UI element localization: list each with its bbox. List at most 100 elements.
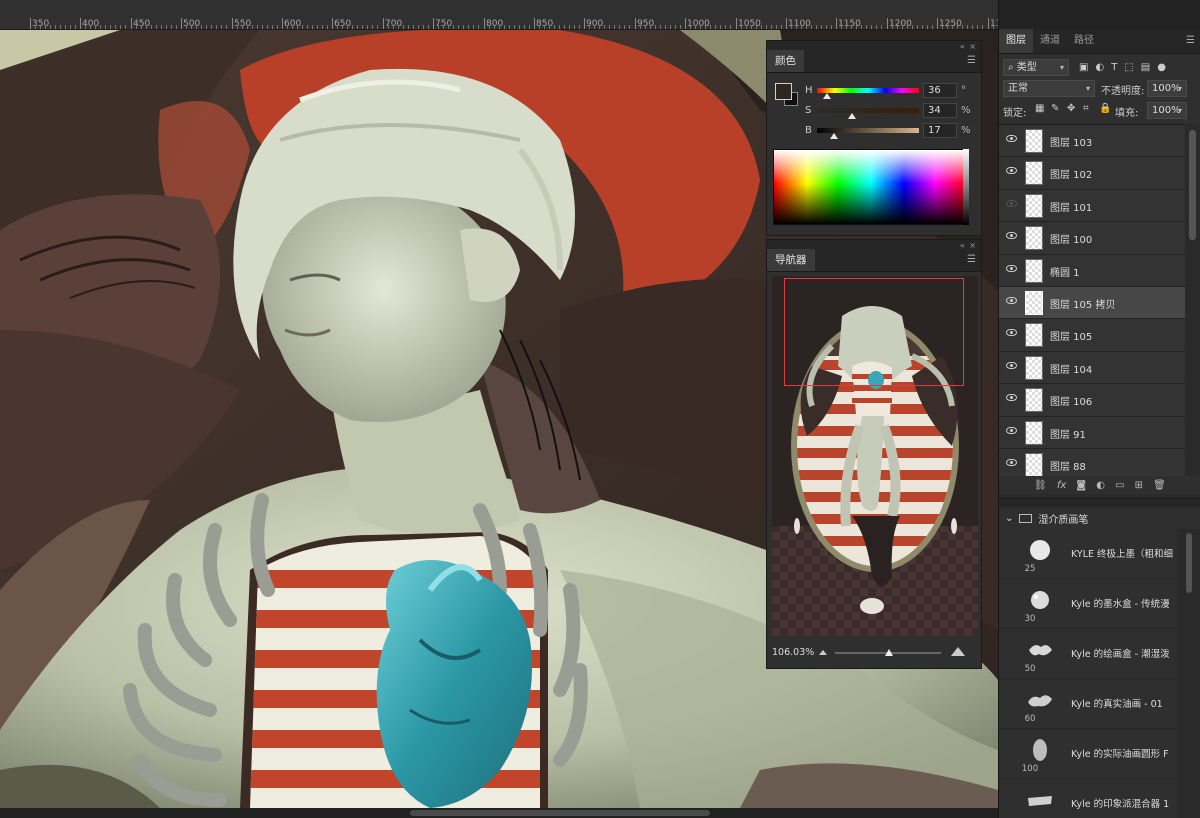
layer-thumbnail[interactable] bbox=[1025, 420, 1043, 445]
layer-name[interactable]: 图层 103 bbox=[1050, 134, 1092, 149]
canvas-horizontal-scrollbar[interactable] bbox=[0, 808, 998, 818]
brush-list[interactable]: 25 KYLE 终极上墨（粗和细 30 Kyle 的墨水盒 - 传统漫 50 Kyle 的… bbox=[999, 529, 1177, 818]
eye-icon[interactable] bbox=[1006, 264, 1017, 272]
eye-icon[interactable] bbox=[1006, 426, 1017, 434]
scrollbar-thumb[interactable] bbox=[1189, 130, 1196, 240]
panel-menu-icon[interactable]: ☰ bbox=[1186, 35, 1195, 46]
saturation-value-input[interactable]: 34 bbox=[923, 103, 957, 118]
layer-thumbnail[interactable] bbox=[1025, 258, 1043, 283]
color-panel[interactable]: « × 颜色 ☰ H 36 ° S 34 % B 17 % bbox=[766, 40, 982, 236]
layer-name[interactable]: 图层 91 bbox=[1050, 426, 1086, 441]
opacity-input[interactable]: 100% ▾ bbox=[1147, 80, 1187, 97]
color-spectrum[interactable] bbox=[773, 149, 969, 225]
link-icon[interactable]: ⛓ bbox=[1034, 480, 1047, 491]
layer-thumbnail[interactable] bbox=[1025, 355, 1043, 380]
close-icon[interactable]: × bbox=[966, 42, 977, 51]
layer-thumbnail[interactable] bbox=[1025, 323, 1043, 348]
chevron-down-icon[interactable]: ⌄ bbox=[1005, 513, 1013, 524]
shape-filter-icon[interactable]: ⬚ bbox=[1124, 62, 1133, 73]
pixel-filter-icon[interactable]: ▣ bbox=[1079, 62, 1088, 73]
brush-list-scrollbar[interactable] bbox=[1177, 529, 1200, 818]
layer-row[interactable]: 图层 105 bbox=[999, 319, 1185, 352]
panel-menu-icon[interactable]: ☰ bbox=[967, 254, 976, 265]
saturation-row[interactable]: S 34 % bbox=[805, 103, 983, 121]
layer-name[interactable]: 椭圆 1 bbox=[1050, 264, 1080, 279]
mask-icon[interactable]: ◙ bbox=[1076, 480, 1086, 491]
layer-thumbnail[interactable] bbox=[1025, 129, 1043, 153]
layer-name[interactable]: 图层 100 bbox=[1050, 231, 1092, 246]
navigator-view-box[interactable] bbox=[784, 278, 964, 386]
fx-icon[interactable]: fx bbox=[1057, 480, 1066, 491]
hue-value-input[interactable]: 36 bbox=[923, 83, 957, 98]
layer-thumbnail[interactable] bbox=[1025, 161, 1043, 186]
scrollbar-thumb[interactable] bbox=[1186, 533, 1192, 593]
tab-layers[interactable]: 图层 bbox=[999, 29, 1033, 53]
layer-row[interactable]: 图层 106 bbox=[999, 384, 1185, 417]
filter-toggle-icon[interactable]: ● bbox=[1157, 62, 1166, 73]
navigator-zoom-bar[interactable]: 106.03% bbox=[767, 640, 981, 668]
blend-mode-select[interactable]: 正常 ▾ bbox=[1003, 80, 1095, 97]
eye-icon[interactable] bbox=[1006, 394, 1017, 402]
brush-preset[interactable]: 60 Kyle 的真实油画 - 01 bbox=[999, 679, 1177, 729]
layer-list[interactable]: 图层 103 图层 102 图层 101 图层 100 椭圆 1 图层 105 拷贝 图层 … bbox=[999, 124, 1185, 476]
layer-name[interactable]: 图层 88 bbox=[1050, 458, 1086, 473]
hue-slider-knob[interactable] bbox=[823, 93, 832, 99]
layer-name[interactable]: 图层 105 拷贝 bbox=[1050, 296, 1115, 311]
brush-preset[interactable]: 50 Kyle 的绘画盒 - 潮湿泼 bbox=[999, 629, 1177, 679]
brushes-panel[interactable]: ⌄ 湿介质画笔 25 KYLE 终极上墨（粗和细 30 Kyle 的墨水盒 - 传统漫… bbox=[999, 498, 1200, 818]
layer-name[interactable]: 图层 101 bbox=[1050, 199, 1092, 214]
new-layer-icon[interactable]: ⊞ bbox=[1135, 480, 1143, 491]
zoom-level[interactable]: 106.03% bbox=[772, 647, 814, 658]
layer-name[interactable]: 图层 106 bbox=[1050, 393, 1092, 408]
tab-channels[interactable]: 通道 bbox=[1033, 29, 1067, 53]
layer-filter-select[interactable]: ⌕ 类型 ▾ bbox=[1003, 58, 1069, 76]
layer-row[interactable]: 图层 88 bbox=[999, 448, 1185, 476]
layer-row[interactable]: 图层 100 bbox=[999, 222, 1185, 255]
layer-row[interactable]: 图层 105 拷贝 bbox=[999, 286, 1185, 320]
layer-row[interactable]: 椭圆 1 bbox=[999, 254, 1185, 287]
lock-image-icon[interactable]: ✎ bbox=[1051, 103, 1059, 114]
eye-icon[interactable] bbox=[1006, 296, 1017, 304]
eye-icon[interactable] bbox=[1006, 329, 1017, 337]
scrollbar-thumb[interactable] bbox=[410, 810, 710, 816]
panel-menu-icon[interactable]: ☰ bbox=[967, 55, 976, 66]
lock-position-icon[interactable]: ✥ bbox=[1067, 103, 1075, 114]
panel-collapse-strip[interactable] bbox=[999, 499, 1200, 507]
eye-icon[interactable] bbox=[1006, 135, 1017, 142]
zoom-out-icon[interactable] bbox=[819, 650, 827, 655]
close-icon[interactable]: × bbox=[966, 241, 977, 250]
zoom-in-icon[interactable] bbox=[951, 647, 965, 656]
tab-paths[interactable]: 路径 bbox=[1067, 29, 1101, 53]
lock-transparent-icon[interactable]: ▦ bbox=[1035, 103, 1044, 114]
layer-thumbnail[interactable] bbox=[1025, 388, 1043, 413]
brush-preset[interactable]: 25 KYLE 终极上墨（粗和细 bbox=[999, 529, 1177, 579]
eye-icon[interactable] bbox=[1006, 199, 1017, 207]
trash-icon[interactable]: 🗑 bbox=[1153, 480, 1166, 491]
adjustment-icon[interactable]: ◐ bbox=[1096, 480, 1105, 491]
folder-icon[interactable]: ▭ bbox=[1115, 480, 1124, 491]
layer-row[interactable]: 图层 103 bbox=[999, 125, 1185, 158]
brush-group-row[interactable]: ⌄ 湿介质画笔 bbox=[999, 507, 1200, 529]
layer-row[interactable]: 图层 104 bbox=[999, 351, 1185, 385]
layer-row[interactable]: 图层 102 bbox=[999, 157, 1185, 190]
navigator-preview[interactable] bbox=[772, 276, 978, 636]
lock-all-icon[interactable]: 🔒 bbox=[1099, 103, 1111, 114]
layer-name[interactable]: 图层 104 bbox=[1050, 361, 1092, 376]
foreground-color-swatch[interactable] bbox=[775, 83, 792, 100]
layer-name[interactable]: 图层 102 bbox=[1050, 166, 1092, 181]
brush-preset[interactable]: 30 Kyle 的墨水盒 - 传统漫 bbox=[999, 579, 1177, 629]
brush-preset[interactable]: 100 Kyle 的实际油画圆形 F bbox=[999, 729, 1177, 779]
hue-slider[interactable] bbox=[817, 88, 919, 93]
tab-color[interactable]: 颜色 bbox=[767, 50, 804, 72]
eye-icon[interactable] bbox=[1006, 167, 1017, 175]
layer-thumbnail[interactable] bbox=[1025, 226, 1043, 251]
saturation-slider-knob[interactable] bbox=[847, 113, 856, 119]
layer-thumbnail[interactable] bbox=[1025, 290, 1043, 315]
adjustment-filter-icon[interactable]: ◐ bbox=[1095, 62, 1104, 73]
layer-name[interactable]: 图层 105 bbox=[1050, 328, 1092, 343]
brightness-slider-knob[interactable] bbox=[830, 133, 839, 139]
brightness-value-input[interactable]: 17 bbox=[923, 123, 957, 138]
fill-input[interactable]: 100% ▾ bbox=[1147, 102, 1187, 119]
brush-preset[interactable]: Kyle 的印象派混合器 1 bbox=[999, 779, 1177, 818]
eye-icon[interactable] bbox=[1006, 361, 1017, 369]
